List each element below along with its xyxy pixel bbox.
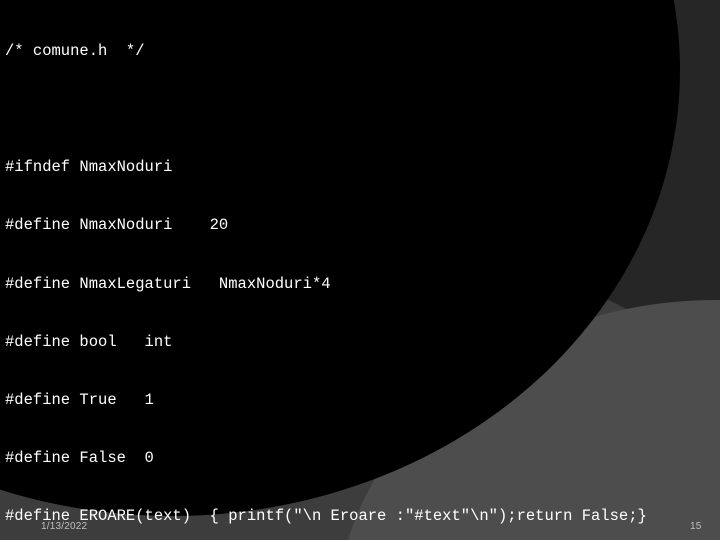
code-line-comune-header: /* comune.h */ [5, 41, 145, 60]
code-line-define-false: #define False 0 [5, 449, 154, 468]
footer-page-number: 15 [690, 521, 702, 532]
code-line-define-eroare: #define EROARE(text) { printf("\n Eroare… [5, 507, 647, 526]
code-line-define-bool: #define bool int [5, 332, 173, 351]
code-line-ifndef: #ifndef NmaxNoduri [5, 158, 173, 177]
code-line-define-true: #define True 1 [5, 391, 154, 410]
footer-date: 1/13/2022 [41, 521, 88, 532]
code-listing: /* comune.h */ #ifndef NmaxNoduri #defin… [5, 3, 717, 540]
slide: /* comune.h */ #ifndef NmaxNoduri #defin… [0, 0, 720, 540]
code-line-define-nmaxlegaturi: #define NmaxLegaturi NmaxNoduri*4 [5, 274, 331, 293]
code-line-define-nmaxnoduri: #define NmaxNoduri 20 [5, 216, 229, 235]
